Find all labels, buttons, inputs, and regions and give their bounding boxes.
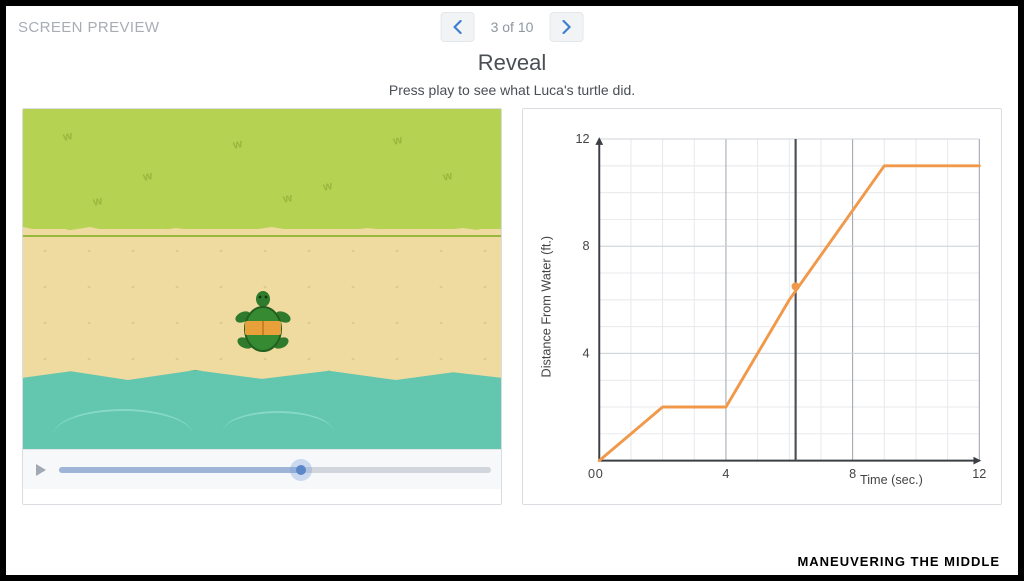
grass-area <box>23 109 501 229</box>
svg-text:8: 8 <box>849 467 856 481</box>
play-button[interactable] <box>33 462 49 478</box>
svg-text:8: 8 <box>582 239 589 253</box>
animation-panel: w w w w w w w w <box>22 108 502 505</box>
scrubber-handle[interactable] <box>290 459 312 481</box>
animation-controls <box>23 449 501 489</box>
svg-text:4: 4 <box>582 346 589 360</box>
next-button[interactable] <box>549 12 583 42</box>
wave-icon <box>53 409 193 439</box>
turtle-scene: w w w w w w w w <box>23 109 501 449</box>
water-area <box>23 389 501 449</box>
chevron-right-icon <box>561 20 571 34</box>
svg-text:0: 0 <box>588 467 595 481</box>
distance-time-chart: 0 4 8 12 0 4 8 12 Distance From Water (ft.) Tim… <box>533 119 991 494</box>
screen-preview-label: SCREEN PREVIEW <box>18 19 159 36</box>
turtle-icon <box>233 289 293 359</box>
chart-panel: 0 4 8 12 0 4 8 12 Distance From Water (ft.) Tim… <box>522 108 1002 505</box>
attribution: MANEUVERING THE MIDDLE <box>797 554 1000 569</box>
pager: 3 of 10 <box>441 12 584 42</box>
svg-text:12: 12 <box>972 467 986 481</box>
water-edge <box>23 369 501 391</box>
page-subtitle: Press play to see what Luca's turtle did… <box>6 82 1018 98</box>
chevron-left-icon <box>453 20 463 34</box>
svg-text:0: 0 <box>596 467 603 481</box>
svg-text:12: 12 <box>575 132 589 146</box>
page-counter: 3 of 10 <box>491 19 534 35</box>
prev-button[interactable] <box>441 12 475 42</box>
scrubber-track[interactable] <box>59 467 491 473</box>
wave-icon <box>223 411 333 441</box>
play-icon <box>35 463 47 477</box>
page-title: Reveal <box>6 50 1018 76</box>
x-axis-label: Time (sec.) <box>860 473 923 487</box>
svg-text:4: 4 <box>722 467 729 481</box>
y-axis-label: Distance From Water (ft.) <box>540 236 554 378</box>
